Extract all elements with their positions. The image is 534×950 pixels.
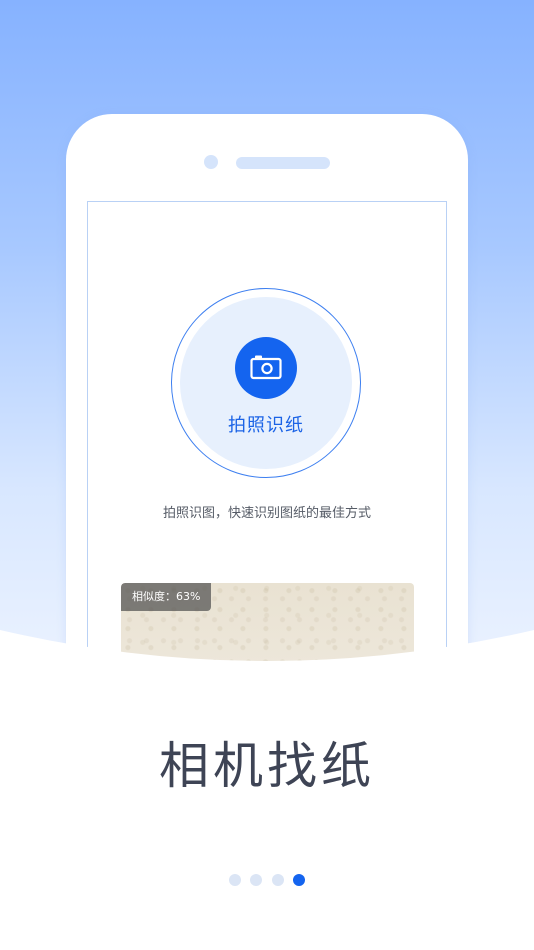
scan-label[interactable]: 拍照识纸: [180, 411, 352, 437]
onboarding-screen: 拍照识纸 拍照识图，快速识别图纸的最佳方式 相似度：63% 相机找纸: [0, 0, 534, 950]
page-dot-3[interactable]: [272, 874, 284, 886]
scan-ring[interactable]: 拍照识纸: [171, 288, 361, 478]
phone-speaker: [236, 157, 330, 169]
similarity-badge: 相似度：63%: [121, 583, 212, 611]
scan-circle[interactable]: 拍照识纸: [180, 297, 352, 469]
page-dot-4-active[interactable]: [293, 874, 305, 886]
page-indicator: [229, 874, 309, 886]
page-dot-2[interactable]: [250, 874, 262, 886]
camera-button[interactable]: [235, 337, 297, 399]
camera-icon: [250, 355, 282, 380]
description-text: 拍照识图，快速识别图纸的最佳方式: [162, 506, 371, 521]
page-dot-1[interactable]: [229, 874, 241, 886]
phone-front-camera: [204, 155, 218, 169]
page-caption: 相机找纸: [159, 737, 375, 795]
